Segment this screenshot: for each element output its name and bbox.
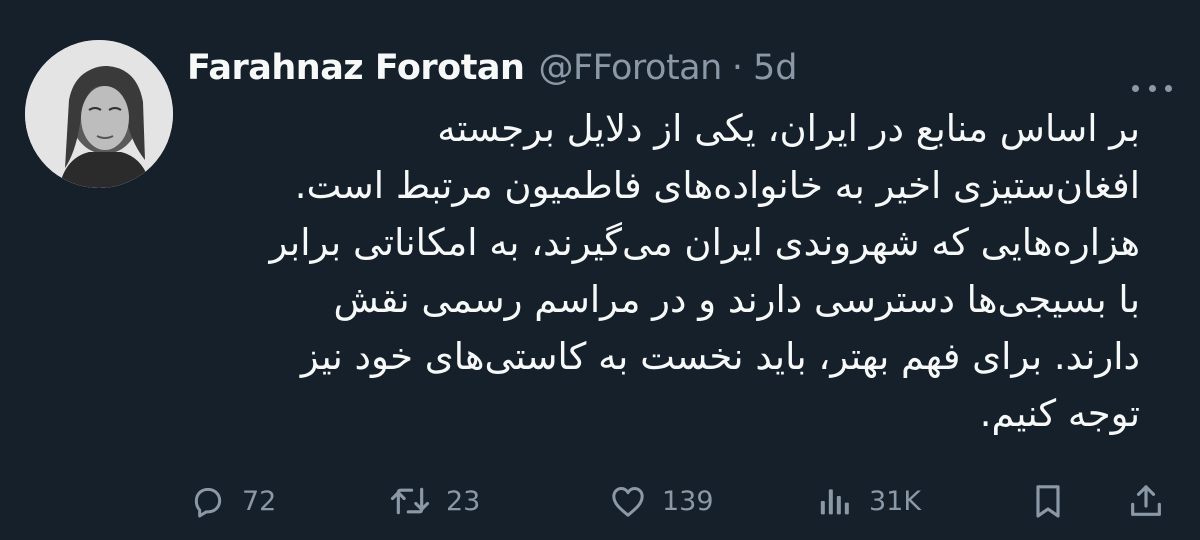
reply-count: 72: [242, 485, 277, 517]
more-icon[interactable]: [1132, 76, 1172, 100]
heart-icon: [612, 487, 644, 517]
views-icon: [820, 489, 849, 515]
share-button[interactable]: [1126, 478, 1166, 524]
like-button[interactable]: 139: [608, 478, 714, 524]
tweet-header: Farahnaz Forotan @FForotan · 5d: [187, 40, 797, 96]
tweet-line: بر اساس منابع در ایران، یکی از دلایل برج…: [437, 107, 1140, 150]
tweet-line: افغان‌ستیزی اخیر به خانواده‌های فاطمیون …: [294, 164, 1140, 207]
like-count: 139: [662, 485, 714, 517]
bookmark-button[interactable]: [1028, 478, 1068, 524]
more-dot: [1148, 84, 1156, 92]
author-name[interactable]: Farahnaz Forotan: [187, 48, 525, 88]
views-count: 31K: [869, 485, 922, 517]
repost-icon: [390, 487, 430, 515]
more-dot: [1132, 84, 1139, 92]
views-button[interactable]: 31K: [815, 478, 921, 524]
reply-icon: [194, 487, 222, 518]
reply-button[interactable]: 72: [188, 478, 276, 524]
action-bar: 72 23 139 31K: [188, 478, 1173, 524]
avatar[interactable]: [25, 40, 173, 188]
tweet-line: توجه کنیم.: [979, 392, 1140, 435]
tweet-line: دارند. برای فهم بهتر، باید نخست به کاستی…: [300, 335, 1140, 378]
tweet-line: هزاره‌هایی که شهروندی ایران می‌گیرند، به…: [269, 221, 1141, 264]
separator-dot: ·: [731, 48, 743, 88]
tweet[interactable]: Farahnaz Forotan @FForotan · 5d بر اساس …: [0, 0, 1200, 540]
bookmark-icon: [1036, 485, 1060, 518]
repost-button[interactable]: 23: [388, 478, 480, 524]
author-handle[interactable]: @FForotan: [538, 48, 722, 88]
avatar-photo: [25, 40, 173, 188]
tweet-text: بر اساس منابع در ایران، یکی از دلایل برج…: [190, 100, 1141, 442]
tweet-line: با بسیجی‌ها دسترسی دارند و در مراسم رسمی…: [333, 278, 1140, 321]
repost-count: 23: [446, 485, 481, 517]
more-dot: [1165, 84, 1172, 92]
share-icon: [1131, 485, 1161, 516]
timestamp[interactable]: 5d: [753, 48, 798, 88]
